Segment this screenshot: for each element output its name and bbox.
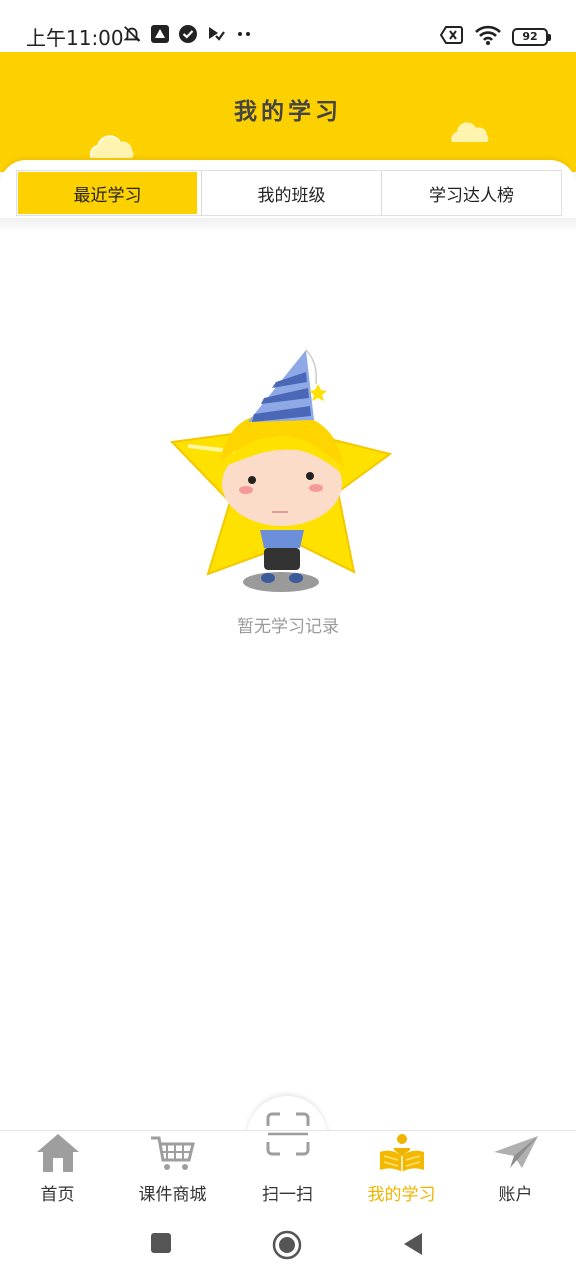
nav-scan[interactable]: 扫一扫 <box>230 1112 345 1214</box>
nav-account-label: 账户 <box>498 1185 533 1205</box>
system-status-icons: 92 <box>439 24 551 50</box>
tab-recent-study[interactable]: 最近学习 <box>18 172 197 214</box>
paper-plane-icon <box>492 1134 540 1176</box>
cart-icon <box>149 1134 197 1176</box>
cloud-decoration-icon <box>448 116 492 148</box>
empty-state-message: 暂无学习记录 <box>237 617 339 637</box>
nav-courseware-store[interactable]: 课件商城 <box>115 1130 230 1214</box>
system-navigation-bar <box>0 1214 576 1280</box>
tab-leaderboard[interactable]: 学习达人榜 <box>381 171 561 215</box>
nav-my-study[interactable]: 我的学习 <box>344 1130 459 1214</box>
battery-indicator: 92 <box>512 28 551 46</box>
book-icon <box>378 1132 426 1178</box>
more-dots-icon <box>234 24 254 44</box>
nav-scan-label: 扫一扫 <box>262 1185 313 1205</box>
status-time: 上午11:00 <box>26 26 124 50</box>
no-sim-icon <box>439 25 464 49</box>
mute-bell-icon <box>122 24 142 44</box>
wifi-icon <box>474 24 502 50</box>
tab-bar: 最近学习 我的班级 学习达人榜 <box>16 170 562 216</box>
tab-my-class[interactable]: 我的班级 <box>201 171 381 215</box>
back-icon[interactable] <box>402 1232 424 1260</box>
nav-home-label: 首页 <box>40 1185 75 1205</box>
empty-state-illustration <box>168 342 398 600</box>
scan-icon <box>264 1110 312 1162</box>
nav-account[interactable]: 账户 <box>458 1130 573 1214</box>
cloud-decoration-icon <box>86 130 138 164</box>
home-icon <box>35 1132 81 1178</box>
nav-courseware-store-label: 课件商城 <box>138 1185 207 1205</box>
recent-apps-icon[interactable] <box>150 1232 172 1258</box>
tab-panel-shadow <box>0 218 576 232</box>
nav-my-study-label: 我的学习 <box>367 1185 436 1205</box>
home-button-icon[interactable] <box>272 1230 302 1264</box>
notification-icons <box>122 24 254 44</box>
status-bar: 上午11:00 92 <box>0 0 576 56</box>
check-circle-icon <box>178 24 198 44</box>
app-notification-icon <box>206 24 226 44</box>
nav-home[interactable]: 首页 <box>0 1130 115 1214</box>
maps-app-icon <box>150 24 170 44</box>
page-header: 我的学习 <box>0 52 576 172</box>
